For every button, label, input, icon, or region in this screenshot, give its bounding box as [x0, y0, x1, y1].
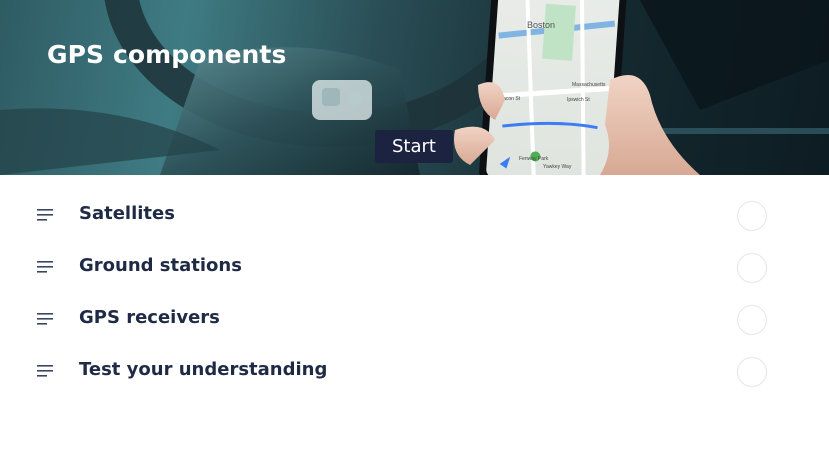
start-button[interactable]: Start — [375, 130, 453, 163]
lesson-item-ground-stations[interactable]: Ground stations — [0, 242, 829, 294]
lesson-title: Ground stations — [79, 255, 242, 276]
hero-banner: Boston Beacon St Ipswich St Massachusett… — [0, 0, 829, 175]
map-street-label: Ipswich St — [567, 97, 590, 103]
completion-status-circle — [737, 357, 767, 387]
lesson-list: Satellites Ground stations GPS receivers… — [0, 190, 829, 398]
map-street-label: Yawkey Way — [543, 164, 572, 170]
lines-icon — [37, 209, 53, 221]
lines-icon — [37, 365, 53, 377]
lesson-item-gps-receivers[interactable]: GPS receivers — [0, 294, 829, 346]
lesson-item-test-your-understanding[interactable]: Test your understanding — [0, 346, 829, 398]
completion-status-circle — [737, 305, 767, 335]
lesson-title: Test your understanding — [79, 359, 328, 380]
lesson-title: GPS receivers — [79, 307, 220, 328]
lesson-title: Satellites — [79, 203, 175, 224]
completion-status-circle — [737, 201, 767, 231]
lines-icon — [37, 261, 53, 273]
map-street-label: Massachusetts — [572, 82, 606, 88]
map-city-label: Boston — [527, 20, 555, 30]
page-title: GPS components — [47, 40, 287, 69]
map-place-label: Fenway Park — [519, 156, 549, 162]
completion-status-circle — [737, 253, 767, 283]
lesson-item-satellites[interactable]: Satellites — [0, 190, 829, 242]
lines-icon — [37, 313, 53, 325]
